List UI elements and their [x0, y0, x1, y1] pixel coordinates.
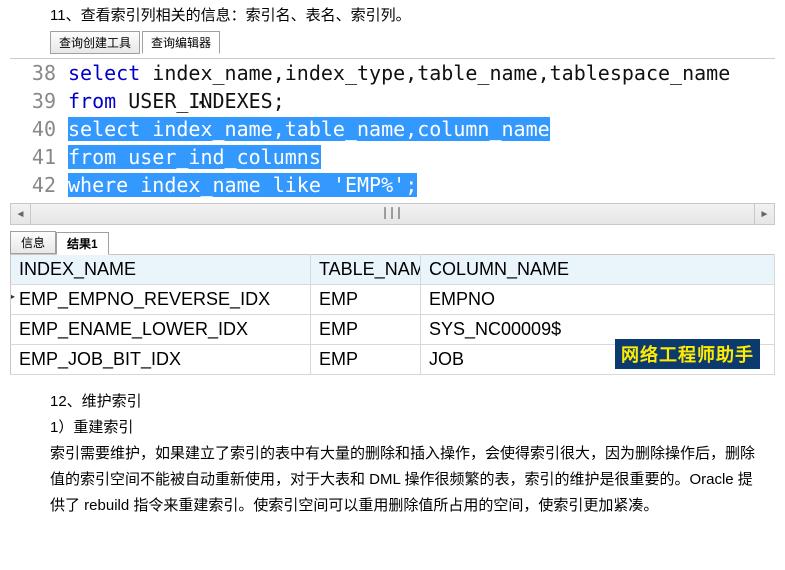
code-line-40[interactable]: select index_name,table_name,column_name [68, 115, 775, 143]
code-text: USER_INDEXES; [116, 89, 285, 113]
tab-result-1[interactable]: 结果1 [56, 232, 109, 255]
col-index-name[interactable]: INDEX_NAME [11, 255, 311, 285]
section-12-title: 12、维护索引 [50, 389, 757, 415]
line-number: 42 [10, 171, 68, 199]
cell-table-name[interactable]: EMP [311, 285, 421, 315]
tab-info[interactable]: 信息 [10, 231, 56, 254]
tab-query-builder[interactable]: 查询创建工具 [50, 31, 140, 54]
result-tabs: 信息 结果1 [10, 231, 785, 254]
article-text: 12、维护索引 1）重建索引 索引需要维护，如果建立了索引的表中有大量的删除和插… [0, 375, 785, 519]
table-row[interactable]: EMP_JOB_BIT_IDX EMP JOB [11, 345, 775, 375]
line-number: 39 [10, 87, 68, 115]
scroll-grip-icon[interactable]: ┃┃┃ [382, 209, 403, 220]
keyword-from: from [68, 89, 116, 113]
cell-column-name[interactable]: JOB [421, 345, 775, 375]
code-text: index_name [128, 173, 273, 197]
cell-table-name[interactable]: EMP [311, 315, 421, 345]
code-text: index_name,index_type,table_name,tablesp… [140, 61, 730, 85]
query-tabs: 查询创建工具 查询编辑器 [0, 31, 785, 54]
cell-index-name[interactable]: EMP_JOB_BIT_IDX [11, 345, 311, 375]
horizontal-scrollbar[interactable]: ◄ ┃┃┃ ► [10, 203, 775, 225]
code-line-42[interactable]: where index_name like 'EMP%'; [68, 171, 775, 199]
code-line-41[interactable]: from user_ind_columns [68, 143, 775, 171]
cell-table-name[interactable]: EMP [311, 345, 421, 375]
col-table-name[interactable]: TABLE_NAME [311, 255, 421, 285]
section-11-title: 11、查看索引列相关的信息：索引名、表名、索引列。 [0, 0, 785, 31]
code-text [321, 173, 333, 197]
keyword-from: from [68, 145, 116, 169]
table-row[interactable]: EMP_EMPNO_REVERSE_IDX EMP EMPNO [11, 285, 775, 315]
code-line-39[interactable]: from USER_INDEXES;↖ [68, 87, 775, 115]
code-line-38[interactable]: select index_name,index_type,table_name,… [68, 59, 775, 87]
line-number: 41 [10, 143, 68, 171]
sql-editor[interactable]: 38 select index_name,index_type,table_na… [10, 58, 775, 199]
scroll-right-icon[interactable]: ► [754, 204, 774, 224]
keyword-select: select [68, 117, 140, 141]
result-grid[interactable]: INDEX_NAME TABLE_NAME COLUMN_NAME EMP_EM… [10, 254, 775, 375]
cell-column-name[interactable]: SYS_NC00009$ [421, 315, 775, 345]
tab-query-editor[interactable]: 查询编辑器 [142, 31, 220, 54]
scroll-left-icon[interactable]: ◄ [11, 204, 31, 224]
code-text: ; [405, 173, 417, 197]
keyword-where: where [68, 173, 128, 197]
cell-column-name[interactable]: EMPNO [421, 285, 775, 315]
table-row[interactable]: EMP_ENAME_LOWER_IDX EMP SYS_NC00009$ [11, 315, 775, 345]
code-text: index_name,table_name,column_name [140, 117, 549, 141]
keyword-select: select [68, 61, 140, 85]
section-12-sub: 1）重建索引 [50, 415, 757, 441]
col-column-name[interactable]: COLUMN_NAME [421, 255, 775, 285]
line-number: 38 [10, 59, 68, 87]
cell-index-name[interactable]: EMP_ENAME_LOWER_IDX [11, 315, 311, 345]
cell-index-name[interactable]: EMP_EMPNO_REVERSE_IDX [11, 285, 311, 315]
string-literal: 'EMP%' [333, 173, 405, 197]
table-header-row: INDEX_NAME TABLE_NAME COLUMN_NAME [11, 255, 775, 285]
section-12-body: 索引需要维护，如果建立了索引的表中有大量的删除和插入操作，会使得索引很大，因为删… [50, 441, 757, 519]
code-text: user_ind_columns [116, 145, 321, 169]
line-number: 40 [10, 115, 68, 143]
keyword-like: like [273, 173, 321, 197]
